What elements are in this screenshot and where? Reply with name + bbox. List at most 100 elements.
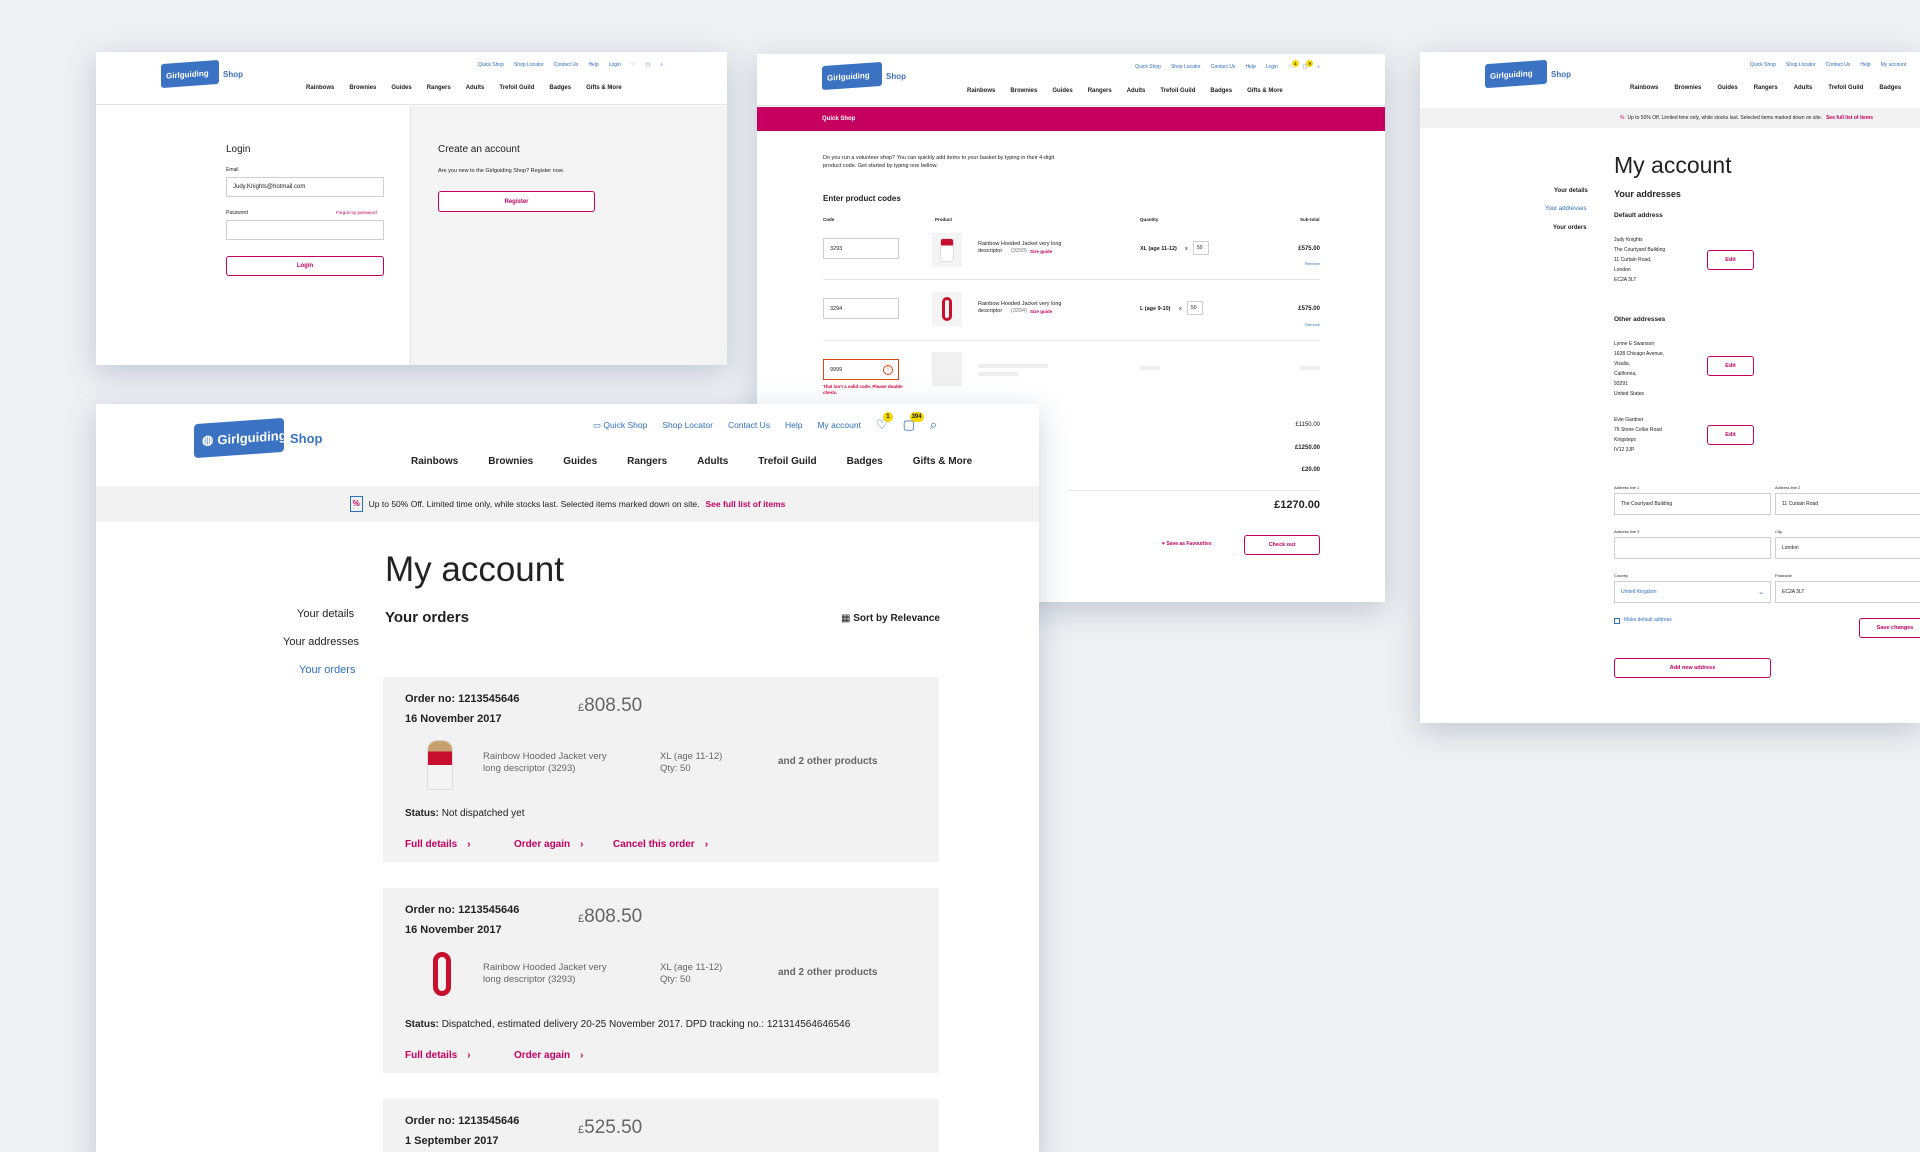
edit-default-button[interactable]: Edit [1707,250,1754,270]
code-input[interactable]: 3294 [823,298,899,319]
shop-locator-link[interactable]: Shop Locator [662,420,713,430]
my-account-link[interactable]: My account [1881,62,1907,68]
contact-link[interactable]: Contact Us [554,62,579,68]
nav-rainbows[interactable]: Rainbows [306,85,334,91]
shop-locator-link[interactable]: Shop Locator [1786,62,1816,68]
help-link[interactable]: Help [785,420,802,430]
promo-link[interactable]: See full list of items [706,499,786,509]
full-details-link[interactable]: Full details › [405,839,471,850]
basket-icon[interactable]: ▢ 9 [1302,60,1314,70]
nav-guides[interactable]: Guides [1717,85,1737,91]
size-guide-link[interactable]: Size guide [1030,309,1052,314]
address-line2-input[interactable]: 11 Curtain Road [1775,493,1920,515]
logo[interactable]: Girlguiding Shop [1485,59,1571,89]
save-changes-button[interactable]: Save changes [1859,618,1920,638]
help-link[interactable]: Help [1245,64,1255,70]
logo[interactable]: ◍ Girlguiding Shop [194,417,323,459]
nav-trefoil[interactable]: Trefoil Guild [758,456,816,467]
shop-locator-link[interactable]: Shop Locator [1171,64,1201,70]
nav-trefoil[interactable]: Trefoil Guild [1160,88,1195,94]
quick-shop-link[interactable]: ▭ Quick Shop [593,420,647,431]
size-guide-link[interactable]: Size guide [1030,249,1052,254]
forgot-password-link[interactable]: Forgot my password [336,210,377,215]
nav-gifts[interactable]: Gifts & More [913,456,972,467]
nav-badges[interactable]: Badges [1210,88,1232,94]
basket-icon[interactable]: ▢ 394 [903,412,924,433]
login-button[interactable]: Login [226,256,384,276]
wishlist-icon[interactable]: ♡ [631,62,635,68]
edit-other1-button[interactable]: Edit [1707,356,1754,376]
remove-link[interactable]: Remove [1305,261,1320,266]
wishlist-icon[interactable]: ♡ 1 [1288,60,1299,70]
code-input-error[interactable]: 9999! [823,359,899,380]
nav-gifts[interactable]: Gifts & More [586,85,622,91]
sort-control[interactable]: ▦ Sort by Relevance [841,613,940,624]
nav-adults[interactable]: Adults [1794,85,1813,91]
size-select[interactable]: L (age 9-10) [1140,306,1170,312]
sidebar-item-addresses[interactable]: Your addresses [1545,206,1586,212]
nav-brownies[interactable]: Brownies [1010,88,1037,94]
edit-other2-button[interactable]: Edit [1707,425,1754,445]
nav-rangers[interactable]: Rangers [627,456,667,467]
register-button[interactable]: Register [438,191,595,212]
logo[interactable]: Girlguiding Shop [822,61,906,91]
nav-rainbows[interactable]: Rainbows [411,456,458,467]
nav-brownies[interactable]: Brownies [349,85,376,91]
qty-input[interactable]: 50 [1187,301,1203,315]
address-line1-input[interactable]: The Courtyard Building [1614,493,1771,515]
search-icon[interactable]: ⌕ [1317,64,1320,70]
sidebar-item-addresses[interactable]: Your addresses [283,636,359,648]
nav-guides[interactable]: Guides [1052,88,1072,94]
login-link[interactable]: Login [609,62,621,68]
make-default-checkbox[interactable] [1614,618,1620,624]
nav-adults[interactable]: Adults [1127,88,1146,94]
logo[interactable]: Girlguiding Shop [161,59,243,89]
wishlist-icon[interactable]: ♡ 1 [876,412,893,433]
nav-adults[interactable]: Adults [466,85,485,91]
nav-adults[interactable]: Adults [697,456,728,467]
qty-input[interactable]: 50 [1193,241,1209,255]
sidebar-item-details[interactable]: Your details [297,608,354,620]
address-line3-input[interactable] [1614,537,1771,559]
remove-link[interactable]: Remove [1305,322,1320,327]
sidebar-item-details[interactable]: Your details [1554,188,1588,194]
nav-badges[interactable]: Badges [549,85,571,91]
nav-rangers[interactable]: Rangers [1088,88,1112,94]
nav-badges[interactable]: Badges [1879,85,1901,91]
quick-shop-link[interactable]: Quick Shop [478,62,504,68]
nav-brownies[interactable]: Brownies [1674,85,1701,91]
search-icon[interactable]: ⌕ [660,62,663,68]
promo-link[interactable]: See full list of items [1826,115,1873,121]
save-favourites-link[interactable]: ♥ Save as Favourites [1162,541,1212,547]
nav-rainbows[interactable]: Rainbows [1630,85,1658,91]
full-details-link[interactable]: Full details › [405,1050,471,1061]
quick-shop-link[interactable]: Quick Shop [1750,62,1776,68]
nav-badges[interactable]: Badges [847,456,883,467]
help-link[interactable]: Help [588,62,598,68]
sidebar-item-orders[interactable]: Your orders [299,664,355,676]
sidebar-item-orders[interactable]: Your orders [1553,225,1587,231]
city-input[interactable]: London [1775,537,1920,559]
order-again-link[interactable]: Order again › [514,839,583,850]
nav-brownies[interactable]: Brownies [488,456,533,467]
country-select[interactable]: United Kingdom ⌄ [1614,581,1771,603]
quick-shop-link[interactable]: Quick Shop [1135,64,1161,70]
my-account-link[interactable]: My account [817,420,860,430]
size-select[interactable]: XL (age 11-12) [1140,246,1177,252]
contact-link[interactable]: Contact Us [1211,64,1236,70]
help-link[interactable]: Help [1860,62,1870,68]
order-again-link[interactable]: Order again › [514,1050,583,1061]
code-input[interactable]: 3293 [823,238,899,259]
basket-icon[interactable]: ▢ [645,62,650,68]
nav-guides[interactable]: Guides [563,456,597,467]
cancel-order-link[interactable]: Cancel this order › [613,839,708,850]
contact-link[interactable]: Contact Us [1826,62,1851,68]
nav-rainbows[interactable]: Rainbows [967,88,995,94]
email-field[interactable]: Judy.Knights@hotmail.com [226,177,384,197]
add-new-address-button[interactable]: Add new address [1614,658,1771,678]
postcode-input[interactable]: EC2A 3LT [1775,581,1920,603]
shop-locator-link[interactable]: Shop Locator [514,62,544,68]
nav-rangers[interactable]: Rangers [427,85,451,91]
checkout-button[interactable]: Check out [1244,535,1320,555]
search-icon[interactable]: ⌕ [930,417,937,433]
